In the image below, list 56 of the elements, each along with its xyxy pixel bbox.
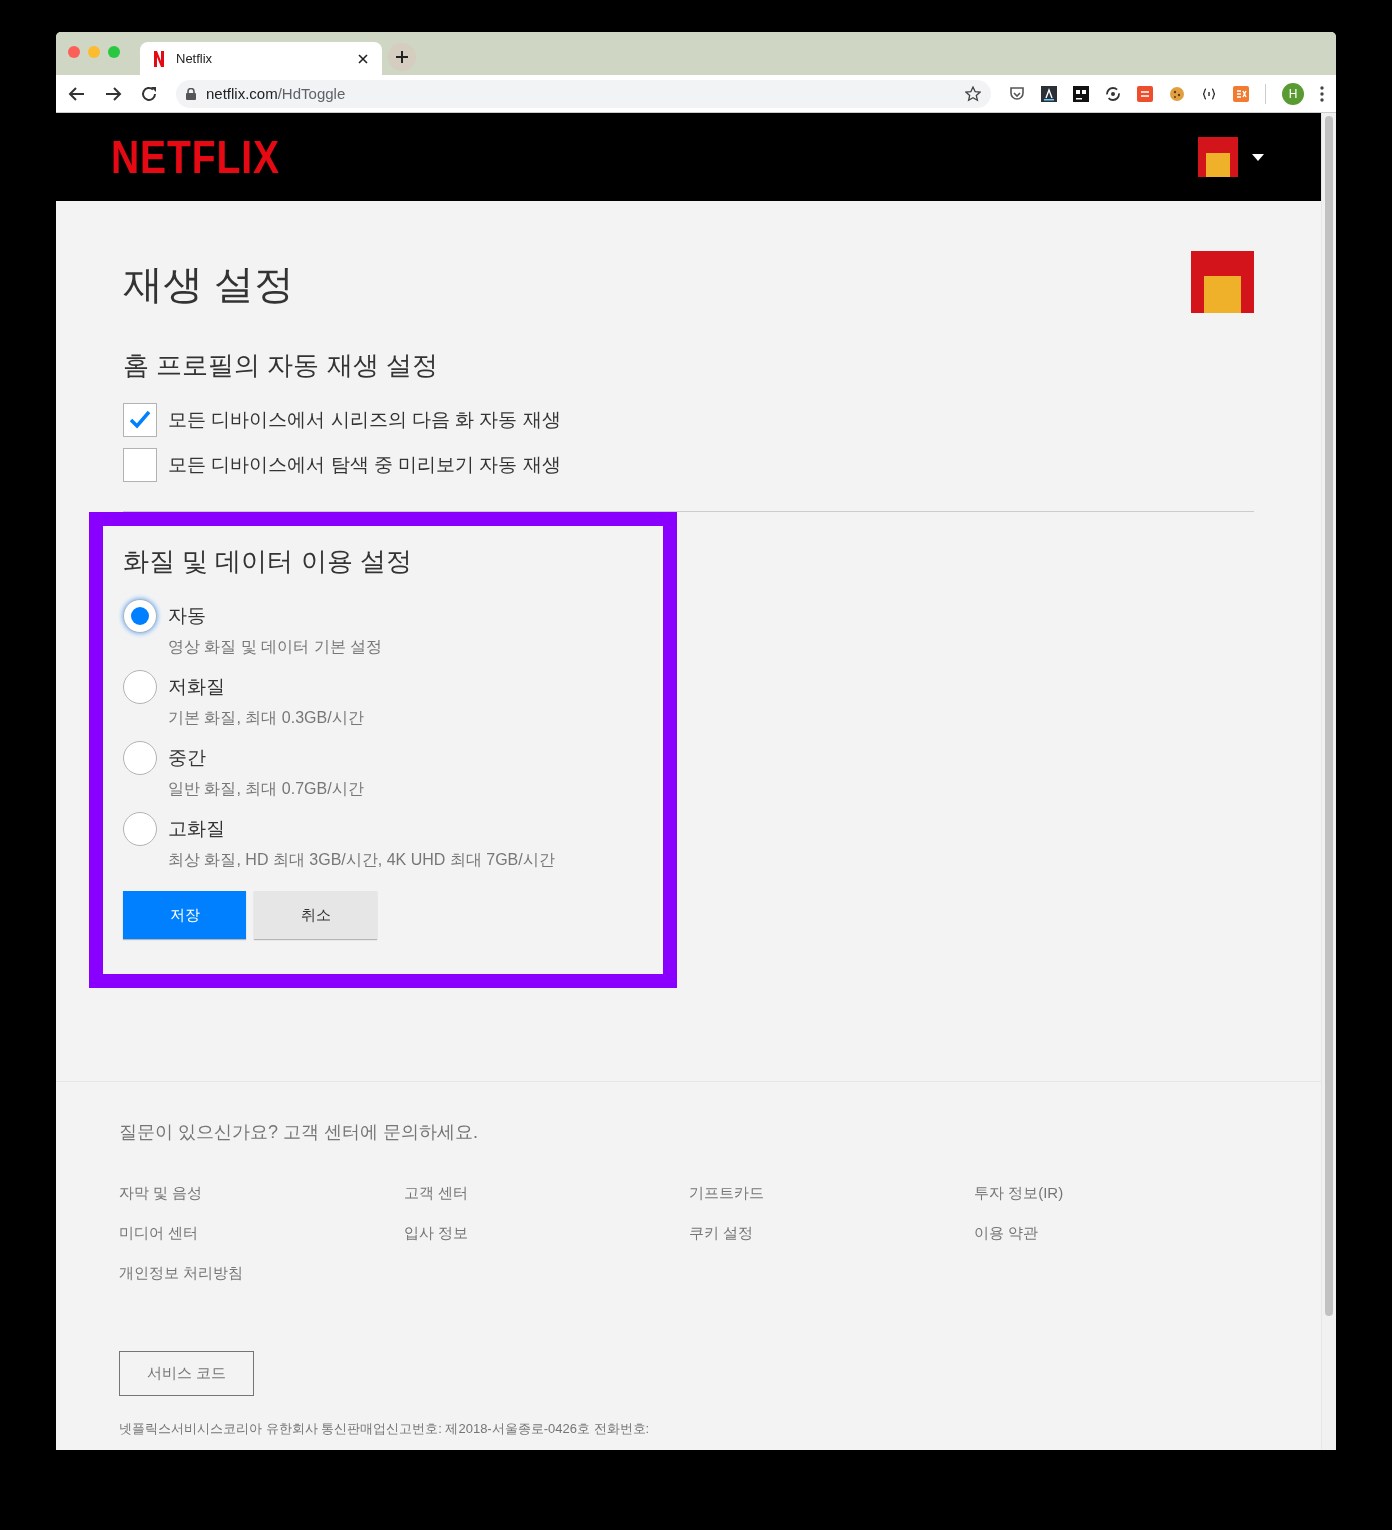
legal-text: 넷플릭스서비시스코리아 유한회사 통신판매업신고번호: 제2018-서울종로-0426호 전화번호: — [119, 1420, 650, 1438]
save-button[interactable]: 저장 — [123, 891, 246, 939]
address-bar[interactable]: netflix.com/HdToggle — [176, 79, 991, 108]
cookie-icon[interactable] — [1169, 85, 1185, 102]
radio-label[interactable]: 저화질 — [168, 674, 364, 700]
bookmark-star-icon[interactable] — [965, 85, 981, 102]
footer-link[interactable]: 투자 정보(IR) — [974, 1184, 1259, 1203]
profile-avatar[interactable]: H — [1282, 82, 1304, 105]
close-icon[interactable] — [358, 53, 368, 64]
service-code-button[interactable]: 서비스 코드 — [119, 1351, 254, 1396]
lock-icon — [186, 87, 196, 100]
browser-tab[interactable]: Netflix — [140, 42, 382, 75]
footer-link[interactable]: 미디어 센터 — [119, 1224, 404, 1243]
profile-avatar-icon — [1191, 251, 1254, 313]
checkbox[interactable] — [123, 448, 157, 482]
footer-link[interactable]: 개인정보 처리방침 — [119, 1264, 404, 1283]
menu-icon[interactable] — [1320, 85, 1324, 102]
extension-icon[interactable] — [1073, 85, 1089, 102]
help-text: 질문이 있으신가요? 고객 센터에 문의하세요. — [119, 1121, 478, 1144]
caret-icon[interactable] — [1252, 153, 1264, 161]
footer-link[interactable]: 기프트카드 — [689, 1184, 974, 1203]
radio-label[interactable]: 고화질 — [168, 816, 555, 842]
extension-icon[interactable] — [1041, 85, 1057, 102]
new-tab-icon[interactable] — [388, 43, 416, 71]
forward-icon[interactable] — [104, 84, 122, 103]
section-title: 홈 프로필의 자동 재생 설정 — [123, 349, 439, 382]
radio-label[interactable]: 자동 — [168, 603, 383, 629]
option-description: 일반 화질, 최대 0.7GB/시간 — [168, 779, 364, 799]
option-description: 최상 화질, HD 최대 3GB/시간, 4K UHD 최대 7GB/시간 — [168, 850, 555, 870]
profile-avatar-icon[interactable] — [1198, 137, 1238, 177]
radio-button[interactable] — [123, 741, 157, 775]
radio-label[interactable]: 중간 — [168, 745, 364, 771]
radio-button[interactable] — [123, 812, 157, 846]
cancel-button[interactable]: 취소 — [254, 891, 377, 939]
option-description: 영상 화질 및 데이터 기본 설정 — [168, 637, 383, 657]
sync-icon[interactable] — [1105, 85, 1121, 102]
scrollbar-thumb[interactable] — [1325, 116, 1333, 1316]
radio-button[interactable] — [123, 670, 157, 704]
netflix-logo[interactable]: NETFLIX — [111, 130, 280, 184]
checkbox[interactable] — [123, 403, 157, 437]
page-title: 재생 설정 — [123, 261, 295, 308]
pocket-icon[interactable] — [1009, 85, 1025, 102]
reload-icon[interactable] — [140, 84, 158, 103]
option-description: 기본 화질, 최대 0.3GB/시간 — [168, 708, 364, 728]
footer-link[interactable]: 입사 정보 — [404, 1224, 689, 1243]
checkbox-label[interactable]: 모든 디바이스에서 시리즈의 다음 화 자동 재생 — [168, 407, 561, 433]
netflix-n-icon — [154, 50, 164, 67]
section-title: 화질 및 데이터 이용 설정 — [123, 545, 413, 578]
footer-link[interactable]: 자막 및 음성 — [119, 1184, 404, 1203]
radio-button[interactable] — [123, 599, 157, 633]
footer-link[interactable]: 고객 센터 — [404, 1184, 689, 1203]
footer-link[interactable]: 쿠키 설정 — [689, 1224, 974, 1243]
checkbox-label[interactable]: 모든 디바이스에서 탐색 중 미리보기 자동 재생 — [168, 452, 561, 478]
scrollbar[interactable] — [1321, 113, 1336, 1450]
back-icon[interactable] — [68, 84, 86, 103]
footer-link[interactable]: 이용 약관 — [974, 1224, 1259, 1243]
